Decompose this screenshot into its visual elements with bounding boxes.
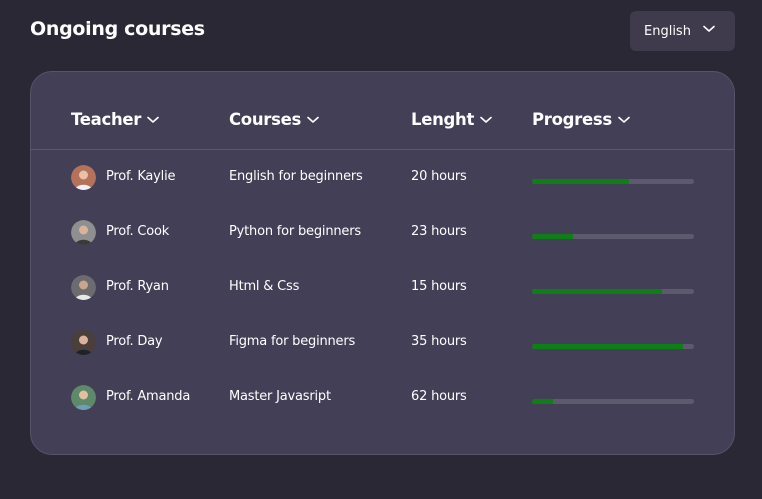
column-header-progress[interactable]: Progress xyxy=(532,110,630,129)
table-header: Teacher Courses Lenght Progress xyxy=(31,72,734,150)
progress-bar xyxy=(532,289,694,294)
avatar xyxy=(71,275,96,300)
course-length: 15 hours xyxy=(411,279,467,294)
course-name: Python for beginners xyxy=(229,224,361,239)
avatar xyxy=(71,385,96,410)
course-name: English for beginners xyxy=(229,169,363,184)
table-row[interactable]: Prof. Day Figma for beginners 35 hours xyxy=(31,322,734,362)
teacher-name: Prof. Ryan xyxy=(106,279,169,294)
table-row[interactable]: Prof. Cook Python for beginners 23 hours xyxy=(31,212,734,252)
progress-fill xyxy=(532,179,630,184)
chevron-down-icon xyxy=(618,116,630,123)
column-label: Teacher xyxy=(71,110,142,129)
course-length: 20 hours xyxy=(411,169,467,184)
progress-bar xyxy=(532,344,694,349)
page-title: Ongoing courses xyxy=(30,18,205,40)
course-length: 62 hours xyxy=(411,389,467,404)
course-name: Master Javasript xyxy=(229,389,331,404)
avatar xyxy=(71,330,96,355)
chevron-down-icon xyxy=(480,116,492,123)
course-name: Html & Css xyxy=(229,279,300,294)
progress-bar xyxy=(532,399,694,404)
progress-fill xyxy=(532,289,662,294)
teacher-name: Prof. Day xyxy=(106,334,163,349)
progress-bar xyxy=(532,179,694,184)
teacher-name: Prof. Cook xyxy=(106,224,170,239)
progress-fill xyxy=(532,399,554,404)
table-row[interactable]: Prof. Amanda Master Javasript 62 hours xyxy=(31,377,734,417)
course-length: 35 hours xyxy=(411,334,467,349)
column-header-courses[interactable]: Courses xyxy=(229,110,319,129)
column-label: Courses xyxy=(229,110,302,129)
courses-table: Teacher Courses Lenght Progress Prof. Ka… xyxy=(30,71,735,455)
teacher-name: Prof. Kaylie xyxy=(106,169,176,184)
progress-fill xyxy=(532,344,683,349)
column-header-length[interactable]: Lenght xyxy=(411,110,492,129)
teacher-name: Prof. Amanda xyxy=(106,389,191,404)
table-row[interactable]: Prof. Kaylie English for beginners 20 ho… xyxy=(31,157,734,197)
course-name: Figma for beginners xyxy=(229,334,356,349)
chevron-down-icon xyxy=(307,116,319,123)
progress-bar xyxy=(532,234,694,239)
avatar xyxy=(71,165,96,190)
language-select-value: English xyxy=(644,23,691,39)
course-length: 23 hours xyxy=(411,224,467,239)
column-header-teacher[interactable]: Teacher xyxy=(71,110,159,129)
column-label: Progress xyxy=(532,110,612,129)
avatar xyxy=(71,220,96,245)
progress-fill xyxy=(532,234,573,239)
table-row[interactable]: Prof. Ryan Html & Css 15 hours xyxy=(31,267,734,307)
language-select[interactable]: English xyxy=(630,11,735,51)
chevron-down-icon xyxy=(147,116,159,123)
chevron-down-icon xyxy=(703,25,715,32)
column-label: Lenght xyxy=(411,110,475,129)
